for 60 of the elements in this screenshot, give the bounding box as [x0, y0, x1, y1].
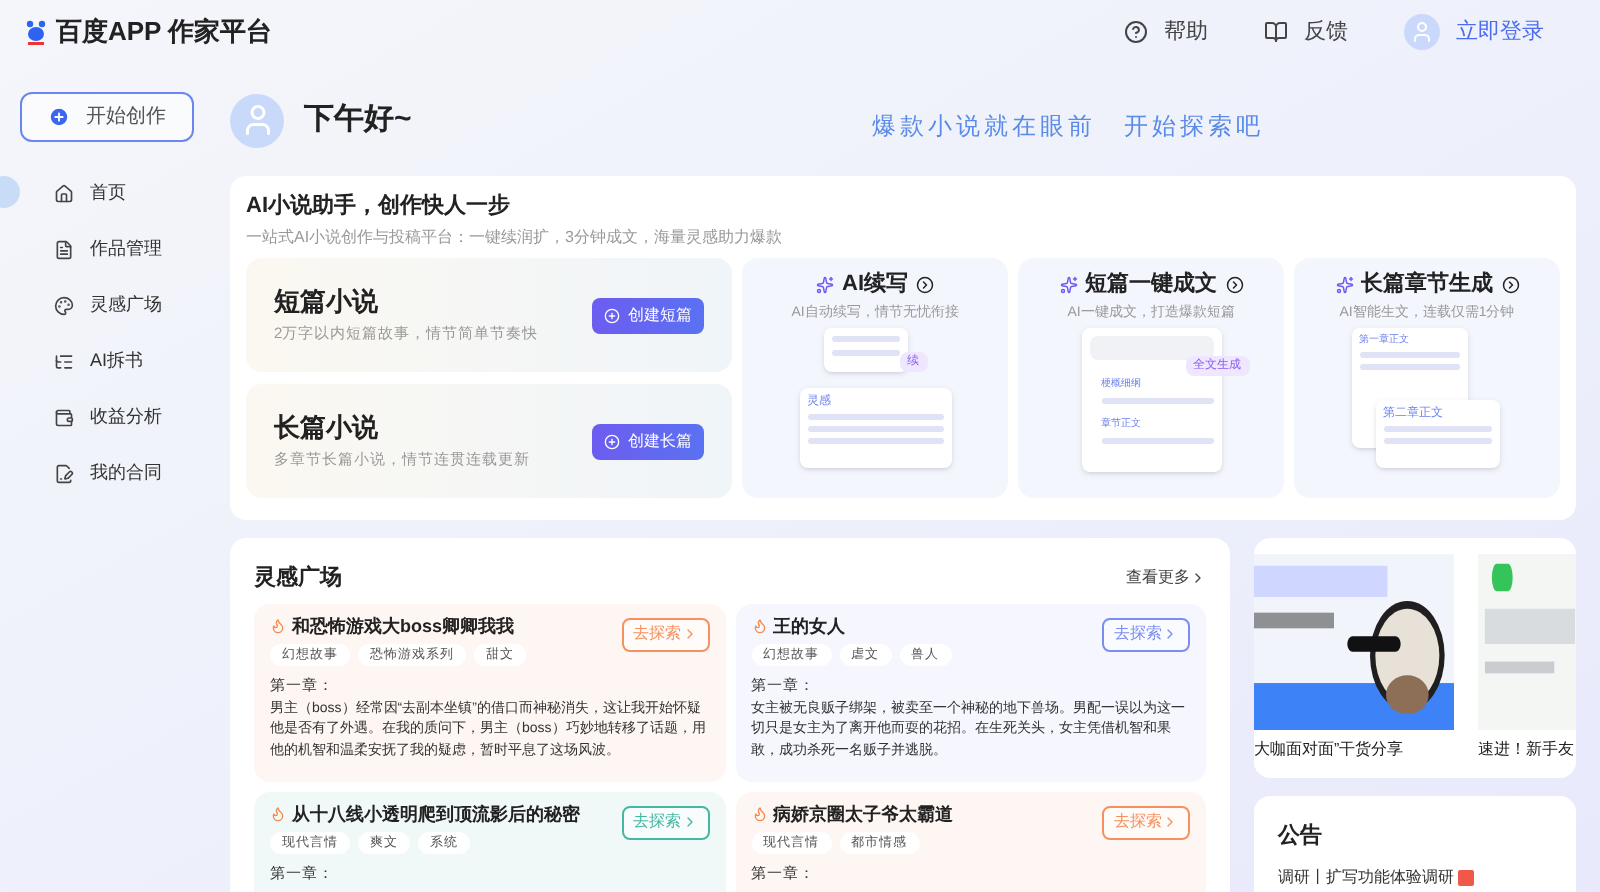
document-icon — [54, 239, 74, 259]
chevron-icon — [1190, 570, 1206, 587]
chevron-icon — [1162, 814, 1178, 830]
sidebar-item[interactable]: 灵感广场 — [54, 290, 220, 320]
paw-logo-icon — [24, 18, 48, 46]
login-link[interactable]: 立即登录 — [1404, 14, 1544, 50]
sidebar-item[interactable]: 我的合同 — [54, 458, 220, 488]
avatar-icon — [230, 93, 284, 147]
chevron-icon — [1162, 626, 1178, 642]
flame-icon — [751, 618, 767, 634]
feedback-link[interactable]: 反馈 — [1264, 15, 1348, 49]
text-block — [1089, 336, 1213, 360]
assistant-title: AI小说助手，创作快人一步 — [246, 196, 512, 218]
greeting: 下午好~ — [304, 99, 412, 140]
story-title: 和恐怖游戏大boss卿卿我我 — [292, 617, 515, 635]
plus-icon — [604, 307, 620, 323]
flame-icon — [751, 806, 767, 822]
arrow-icon — [1501, 276, 1519, 294]
flame-icon — [270, 618, 286, 634]
wallet-icon — [54, 407, 74, 427]
tool-title: 短篇一键成文 — [1085, 274, 1217, 296]
assistant-subtitle: 一站式AI小说创作与投稿平台：一键续润扩，3分钟成文，海量灵感助力爆款 — [246, 230, 785, 246]
see-more-link[interactable]: 查看更多 — [1126, 566, 1206, 591]
story-title: 王的女人 — [773, 617, 845, 635]
notice-link[interactable]: 调研丨扩写功能体验调研 — [1278, 865, 1454, 889]
sidebar-item[interactable]: 首页 — [54, 178, 220, 208]
sparkle-icon — [1335, 276, 1353, 294]
arrow-icon — [1225, 276, 1243, 294]
inspiration-title: 灵感广场 — [254, 563, 342, 594]
novel-title: 短篇小说 — [274, 288, 380, 315]
start-creating-button[interactable]: 开始创作 — [20, 92, 194, 142]
book-icon — [1264, 20, 1288, 44]
slogan: 爆款小说就在眼前 开始探索吧 — [871, 110, 1264, 144]
sidebar-item[interactable]: AI拆书 — [54, 346, 220, 376]
flame-icon — [270, 806, 286, 822]
banner-caption: 大咖面对面”干货分享 — [1254, 742, 1406, 758]
plus-icon — [604, 433, 620, 449]
create-button[interactable]: 创建长篇 — [592, 423, 704, 459]
story-title: 从十八线小透明爬到顶流影后的秘密 — [292, 805, 580, 823]
contract-icon — [54, 463, 74, 483]
list-icon — [54, 351, 74, 371]
notice-title: 公告 — [1278, 821, 1324, 852]
sparkle-icon — [1059, 276, 1077, 294]
sparkle-icon — [816, 276, 834, 294]
sidebar-item[interactable]: 作品管理 — [54, 234, 220, 264]
arrow-icon — [916, 276, 934, 294]
help-link[interactable]: 帮助 — [1124, 15, 1208, 49]
novel-title: 长篇小说 — [274, 414, 380, 441]
palette-icon — [54, 295, 74, 315]
banner-caption: 速进！新手友 — [1478, 742, 1576, 758]
home-icon — [54, 183, 74, 203]
tool-title: AI续写 — [842, 274, 908, 296]
create-button[interactable]: 创建短篇 — [592, 297, 704, 333]
help-icon — [1124, 20, 1148, 44]
avatar-icon — [1404, 14, 1440, 50]
sidebar-item[interactable]: 收益分析 — [54, 402, 220, 432]
plus-icon — [48, 106, 70, 128]
story-title: 病娇京圈太子爷太霸道 — [773, 805, 953, 823]
tool-title: 长篇章节生成 — [1361, 274, 1493, 296]
logo-text: 百度APP 作家平台 — [56, 14, 273, 51]
